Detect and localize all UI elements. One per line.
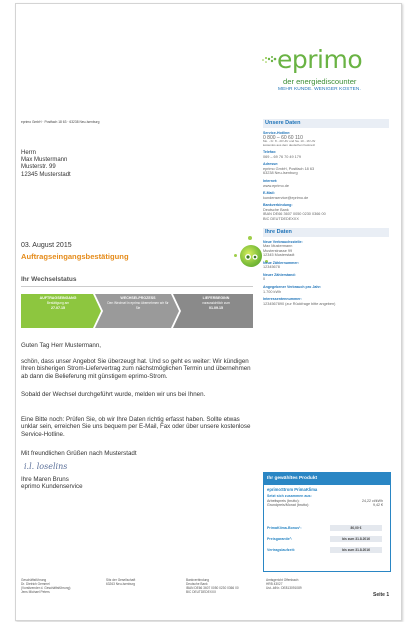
greeting: Guten Tag Herr Mustermann,: [21, 342, 102, 349]
bank-line: BIC DEUTDEDEXXX: [263, 216, 299, 221]
our-data-heading: Unsere Daten: [263, 119, 389, 128]
paragraph: Sobald der Wechsel durchgeführt wurde, m…: [21, 391, 206, 398]
decor-dot: [234, 254, 237, 257]
base-price-value: 9,42 €: [373, 503, 383, 508]
step-subtitle: Den Wechsel in eprimo übernehmen wir für…: [107, 301, 169, 310]
email-link[interactable]: kundenservice@eprimo.de: [263, 196, 389, 201]
base-price-row: Grundpreis/Monat (brutto): 9,42 €: [267, 503, 387, 508]
customer-id: 1234567890 (zur Rückfrage bitte angeben): [263, 301, 336, 306]
logo-wordmark: eprimo: [277, 45, 363, 74]
meter-reading: 0: [263, 277, 266, 282]
fax-number: 069 – 69 76 70 49 179: [263, 154, 302, 159]
letter-date: 03. August 2015: [21, 242, 72, 249]
consumption-value: 1.700 kWh: [263, 289, 282, 294]
recipient-line: Herrn: [21, 150, 37, 156]
status-step-order: AUFTRAGSEINGANG Bestätigung am 27.07.15: [23, 296, 93, 311]
base-price-label: Grundpreis/Monat (brutto):: [267, 503, 310, 508]
contract-term-label: Vertragslaufzeit:: [267, 548, 295, 552]
work-price-label: Arbeitspreis (brutto):: [267, 498, 300, 503]
footer-line: Ust.-IdNr.: DE813091089: [266, 586, 302, 591]
decor-dot: [248, 236, 252, 240]
product-name: eprimoStrom PrimaKlima: [267, 487, 318, 492]
address-line: 63238 Neu-Isenburg: [263, 171, 298, 176]
logo-dots-icon: [262, 56, 277, 63]
globe-icon: [240, 245, 262, 267]
letter-page: eprimo der energiediscounter MEHR KUNDE.…: [15, 3, 402, 621]
recipient-line: 12345 Musterstadt: [21, 171, 71, 178]
step-date: 01.09.15: [209, 306, 223, 310]
switch-status-bar: AUFTRAGSEINGANG Bestätigung am 27.07.15 …: [21, 294, 253, 328]
bonus-value: 80,00 €: [330, 525, 382, 531]
our-data-panel: Unsere Daten Service-Hotline: 0 800 – 60…: [263, 119, 389, 306]
status-title: Ihr Wechselstatus: [21, 276, 77, 283]
logo-slogan: MEHR KUNDE. WENIGER KOSTEN.: [278, 87, 361, 92]
footer-register: Amtsgericht Offenbach HRB 43027 Ust.-IdN…: [266, 578, 302, 590]
footer-line: BIC DEUTDEDEXXX: [186, 590, 217, 595]
status-step-delivery: LIEFERBEGINN voraussichtlich zum 01.09.1…: [183, 296, 249, 311]
footer-seat: Sitz der Gesellschaft 63263 Neu-Isenburg: [106, 578, 135, 586]
page-number: Seite 1: [373, 592, 390, 598]
product-heading: Ihr gewähltes Produkt: [264, 473, 390, 485]
status-step-process: WECHSELPROZESS Den Wechsel in eprimo übe…: [105, 296, 171, 311]
signature: i.l. loselins: [24, 462, 68, 471]
signer: Ihre Maren Bruns eprimo Kundenservice: [21, 476, 253, 491]
step-date: 27.07.15: [51, 306, 65, 310]
footer-management: Geschäftsführung Dr. Dietrich Gemmel (Vo…: [21, 578, 70, 594]
consumption-point-line: 12345 Musterstadt: [263, 253, 295, 258]
closing: Mit freundlichen Grüßen nach Musterstadt: [21, 450, 137, 457]
website-link[interactable]: www.eprimo.de: [263, 184, 389, 189]
meter-number: 12345678: [263, 265, 280, 270]
recipient-address: Herrn Max Mustermann Musterstr. 99 12345…: [21, 150, 71, 179]
sender-line: eprimo GmbH · Postfach 18 63 · 63238 Neu…: [21, 120, 100, 124]
recipient-line: Max Mustermann: [21, 157, 68, 164]
footer-bank: Bankverbindung Deutsche Bank IBAN DE66 3…: [186, 578, 239, 594]
paragraph: schön, dass unser Angebot Sie überzeugt …: [21, 358, 251, 380]
product-box: Ihr gewähltes Produkt eprimoStrom PrimaK…: [263, 472, 391, 572]
contract-term-value: bis zum 31.8.2016: [330, 547, 382, 553]
bonus-label: PrimaKlima-Bonus¹:: [267, 526, 302, 530]
hotline-note: kostenlos aus dem deutschen Festnetz: [263, 142, 316, 147]
paragraph: Eine Bitte noch: Prüfen Sie, ob wir Ihre…: [21, 416, 251, 438]
footer-line: Jens Michael Peters: [21, 590, 50, 595]
signer-line: Ihre Maren Bruns: [21, 476, 69, 483]
signer-line: eprimo Kundenservice: [21, 483, 83, 491]
letter-subject: Auftragseingangsbestätigung: [21, 252, 129, 261]
footer-line: 63263 Neu-Isenburg: [106, 582, 136, 587]
recipient-line: Musterstr. 99: [21, 164, 56, 171]
your-data-heading: Ihre Daten: [263, 227, 389, 237]
divider: [21, 286, 253, 287]
logo-tagline: der energiediscounter: [283, 77, 357, 86]
price-guarantee-label: Preisgarantie²:: [267, 537, 293, 541]
price-guarantee-value: bis zum 31.8.2016: [330, 536, 382, 542]
